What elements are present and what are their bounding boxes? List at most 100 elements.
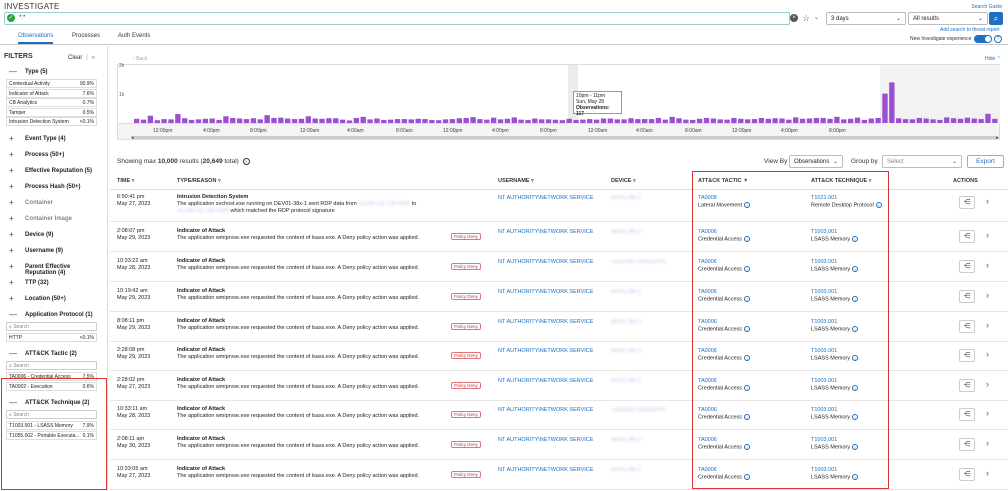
row-technique-id[interactable]: T1003.001	[811, 407, 858, 414]
row-technique-id[interactable]: T1003.001	[811, 467, 858, 474]
search-button[interactable]: ⌕	[989, 12, 1003, 25]
filter-search-input[interactable]: Search	[6, 410, 97, 419]
histogram-bar[interactable]	[635, 119, 641, 123]
histogram-bar[interactable]	[415, 118, 421, 123]
filter-section[interactable]: — Type (5)	[0, 68, 108, 78]
technique-cell[interactable]: T1003.001 LSASS Memory i	[811, 348, 859, 362]
col-technique[interactable]: ATT&CK TECHNIQUE ▿	[811, 178, 871, 184]
col-time-label[interactable]: TIME	[117, 178, 130, 184]
histogram-bar[interactable]	[140, 119, 147, 123]
histogram-bar[interactable]	[628, 118, 634, 123]
filter-section[interactable]: + Location (50+)	[0, 294, 108, 305]
histogram-bar[interactable]	[333, 118, 339, 123]
filter-option-name[interactable]: HTTP	[9, 335, 22, 341]
histogram-bar[interactable]	[360, 116, 366, 123]
export-button[interactable]: Export	[967, 155, 1004, 168]
histogram-bar[interactable]	[978, 119, 984, 123]
histogram-bar[interactable]	[545, 119, 552, 123]
col-technique-label[interactable]: ATT&CK TECHNIQUE	[811, 178, 867, 184]
histogram-bar[interactable]	[580, 119, 586, 123]
filter-section-label[interactable]: Container Image	[25, 216, 72, 222]
histogram-bar[interactable]	[621, 119, 627, 123]
histogram-bar[interactable]	[394, 119, 401, 123]
row-device[interactable]: dev01-38x-1	[611, 348, 642, 354]
histogram-bar[interactable]	[463, 117, 469, 123]
clear-query-icon[interactable]: ×	[790, 14, 798, 22]
row-device[interactable]: dev01-38x-1	[611, 467, 642, 473]
histogram-bar[interactable]	[772, 118, 778, 123]
histogram-bar[interactable]	[662, 119, 668, 123]
expand-icon[interactable]: +	[9, 182, 14, 190]
device-cell[interactable]: dev01-38x-1	[611, 378, 642, 385]
histogram-bar[interactable]	[442, 119, 449, 123]
filter-option-name[interactable]: Tamper	[9, 110, 26, 116]
histogram-bar[interactable]	[786, 119, 792, 123]
histogram-bar[interactable]	[346, 120, 353, 123]
expand-row-chevron-icon[interactable]: ›	[986, 468, 989, 478]
histogram-bar[interactable]	[285, 118, 291, 123]
filter-option[interactable]: TA0002 - Execution 0.6%	[6, 381, 97, 391]
histogram-bar[interactable]	[484, 119, 490, 123]
process-tree-button[interactable]: ⋲	[959, 349, 975, 362]
info-icon[interactable]: i	[852, 266, 859, 272]
expand-icon[interactable]: +	[9, 278, 14, 286]
histogram-bar[interactable]	[834, 116, 840, 123]
histogram-bar[interactable]	[552, 119, 559, 123]
row-username[interactable]: NT AUTHORITY\NETWORK SERVICE	[498, 319, 593, 325]
histogram-bar[interactable]	[305, 116, 311, 123]
histogram-bar[interactable]	[950, 118, 957, 123]
row-technique-id[interactable]: T1003.001	[811, 348, 858, 355]
device-cell[interactable]: dev01-38x-1	[611, 319, 642, 326]
row-username[interactable]: NT AUTHORITY\NETWORK SERVICE	[498, 378, 593, 384]
histogram-bar[interactable]	[717, 119, 723, 123]
username-cell[interactable]: NT AUTHORITY\NETWORK SERVICE	[498, 467, 593, 474]
filter-section-label[interactable]: Application Protocol (1)	[25, 312, 93, 318]
histogram-bar[interactable]	[154, 120, 160, 123]
filter-section-label[interactable]: Process Hash (50+)	[25, 184, 81, 190]
histogram-bar[interactable]	[964, 117, 971, 123]
expand-row-chevron-icon[interactable]: ›	[986, 320, 989, 330]
histogram-bar[interactable]	[799, 118, 806, 123]
filter-option-name[interactable]: T1003.001 - LSASS Memory	[9, 423, 73, 429]
filter-option[interactable]: Tamper 0.5%	[6, 107, 97, 117]
filter-section[interactable]: + Container	[0, 198, 108, 209]
histogram-bar[interactable]	[559, 120, 565, 123]
histogram-bar[interactable]	[456, 118, 463, 123]
histogram-bar[interactable]	[642, 119, 648, 123]
filter-section[interactable]: + Process (50+)	[0, 150, 108, 161]
filter-section-label[interactable]: Parent Effective Reputation (4)	[25, 264, 95, 276]
histogram-bar[interactable]	[655, 117, 662, 123]
technique-cell[interactable]: T1003.001 LSASS Memory i	[811, 437, 859, 451]
expand-icon[interactable]: +	[9, 150, 14, 158]
filter-section[interactable]: + Container Image	[0, 214, 108, 225]
technique-cell[interactable]: T1003.001 LSASS Memory i	[811, 378, 859, 392]
sort-desc-icon[interactable]: ▼	[743, 178, 748, 184]
username-cell[interactable]: NT AUTHORITY\NETWORK SERVICE	[498, 407, 593, 414]
process-tree-button[interactable]: ⋲	[959, 408, 975, 421]
process-tree-button[interactable]: ⋲	[959, 260, 975, 273]
histogram-bar[interactable]	[388, 119, 394, 123]
histogram-bar[interactable]	[490, 117, 497, 123]
histogram-bar[interactable]	[436, 120, 442, 123]
histogram-bar[interactable]	[971, 118, 977, 123]
row-tactic-id[interactable]: TA0008	[698, 195, 750, 202]
username-cell[interactable]: NT AUTHORITY\NETWORK SERVICE	[498, 437, 593, 444]
filter-section[interactable]: + Effective Reputation (5)	[0, 166, 108, 177]
histogram-bar[interactable]	[250, 118, 257, 123]
info-icon[interactable]: i	[852, 355, 859, 361]
histogram-bar[interactable]	[690, 119, 696, 123]
filter-section-label[interactable]: Username (9)	[25, 248, 63, 254]
scroll-right-icon[interactable]: ▸	[996, 135, 999, 141]
filter-section-label[interactable]: Event Type (4)	[25, 136, 66, 142]
row-device[interactable]: dev01-38x-1	[611, 378, 642, 384]
filter-section-label[interactable]: Location (50+)	[25, 296, 66, 302]
histogram-bar[interactable]	[896, 118, 902, 123]
filter-section[interactable]: + TTP (32)	[0, 278, 108, 289]
histogram-bar[interactable]	[381, 119, 387, 123]
histogram-bar[interactable]	[902, 119, 909, 123]
histogram-bar[interactable]	[587, 119, 593, 123]
filter-section-label[interactable]: Container	[25, 200, 53, 206]
row-device[interactable]: dev01-38x-1	[611, 195, 642, 201]
filter-section[interactable]: + Username (9)	[0, 246, 108, 257]
username-cell[interactable]: NT AUTHORITY\NETWORK SERVICE	[498, 319, 593, 326]
